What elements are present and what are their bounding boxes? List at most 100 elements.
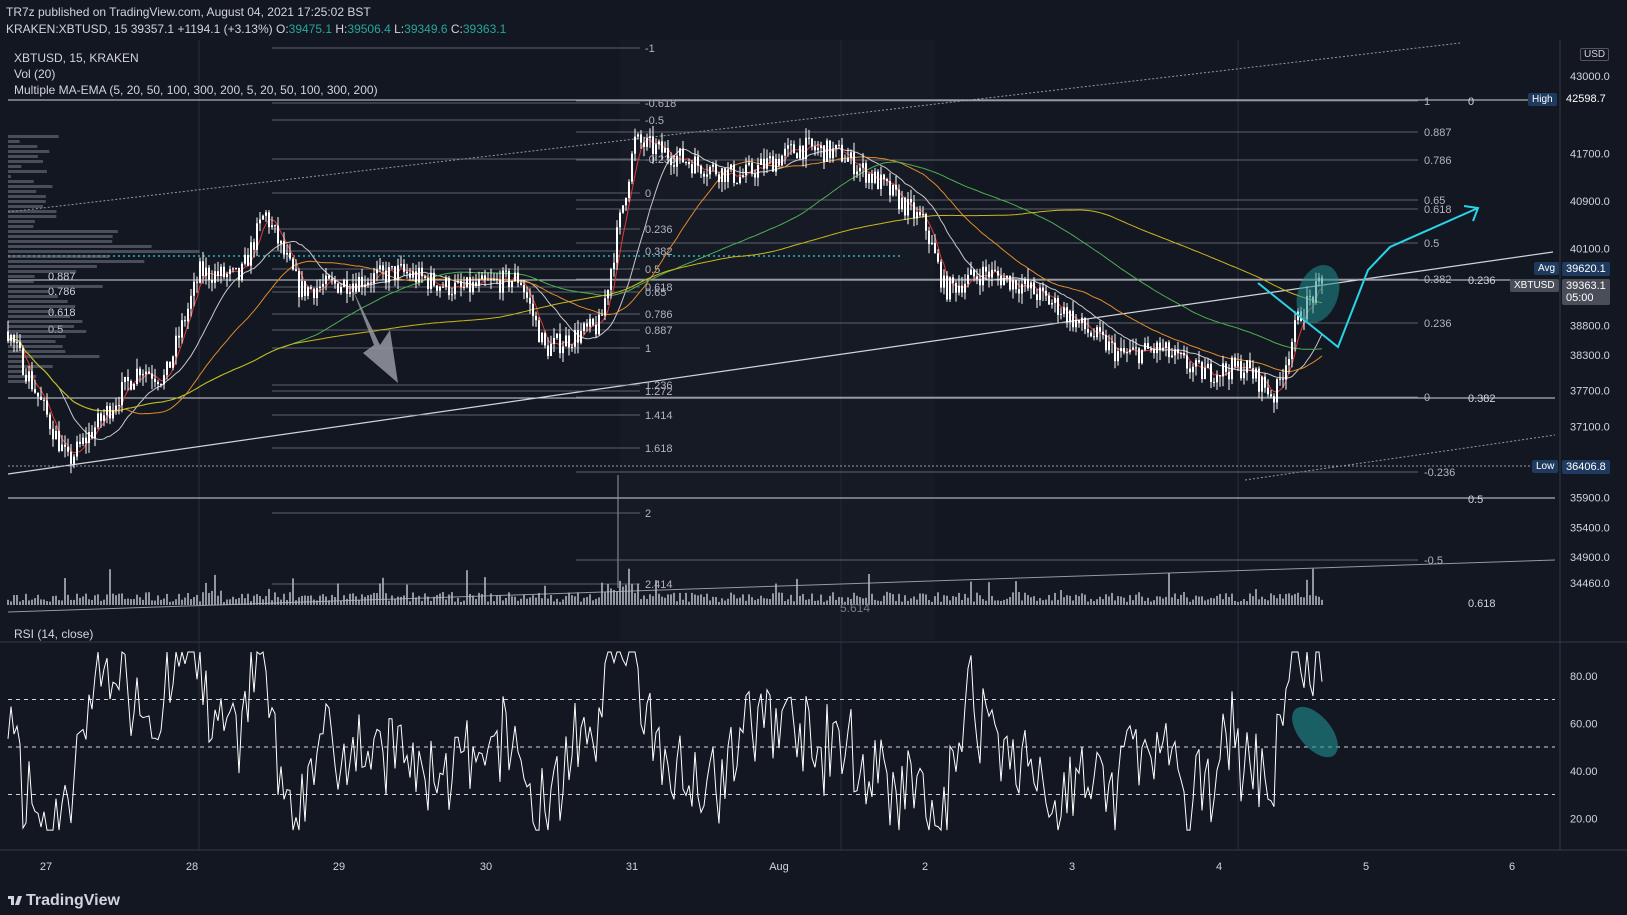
candle-body	[487, 279, 489, 281]
candle-body	[868, 173, 870, 183]
candle-body	[304, 281, 306, 296]
volume-bar	[433, 596, 435, 605]
candle-body	[427, 277, 429, 289]
volume-bar	[1258, 599, 1260, 605]
currency-badge[interactable]: USD	[1580, 48, 1610, 61]
volume-bar	[667, 594, 669, 605]
volume-bar	[658, 593, 660, 605]
volume-bar	[880, 601, 882, 605]
volume-bar	[1054, 592, 1056, 605]
candle-body	[250, 242, 252, 266]
tradingview-logo[interactable]: TradingView	[8, 892, 120, 910]
fib-mid-label: -0.5	[645, 115, 664, 127]
volume-profile-bar	[8, 180, 34, 183]
candle-body	[1180, 353, 1182, 355]
candle-body	[640, 134, 642, 143]
volume-bar	[361, 594, 363, 605]
volume-bar	[454, 601, 456, 605]
volume-bar	[1321, 599, 1323, 605]
candle-body	[43, 399, 45, 401]
candle-body	[226, 274, 228, 278]
legend-volume[interactable]: Vol (20)	[14, 67, 55, 81]
candle-body	[547, 345, 549, 356]
legend-title[interactable]: XBTUSD, 15, KRAKEN	[14, 51, 139, 65]
volume-bar	[514, 596, 516, 605]
volume-profile-bar	[8, 220, 35, 223]
candle-body	[883, 174, 885, 180]
published-note: TR7z published on TradingView.com, Augus…	[6, 5, 371, 19]
candle-body	[976, 276, 978, 279]
fib-right-label: -0.5	[1424, 555, 1443, 567]
candle-body	[643, 142, 645, 147]
volume-bar	[451, 592, 453, 605]
volume-bar	[370, 594, 372, 605]
volume-bar	[1006, 598, 1008, 605]
volume-bar	[763, 598, 765, 605]
volume-bar	[1276, 598, 1278, 605]
volume-bar	[160, 599, 162, 605]
volume-bar	[391, 595, 393, 605]
chart-area[interactable]: -1 -0.618 -0.5 -0.236 0 0.236 0.382 0.5 0.618 0.6…	[0, 40, 1627, 888]
volume-bar	[958, 592, 960, 605]
volume-bar	[1312, 568, 1314, 605]
volume-bar	[655, 580, 657, 605]
volume-bar	[760, 595, 762, 605]
candle-body	[115, 405, 117, 411]
candle-body	[820, 145, 822, 148]
price-chart-svg[interactable]: -1 -0.618 -0.5 -0.236 0 0.236 0.382 0.5 0.618 0.6…	[0, 40, 1627, 888]
volume-bar	[439, 593, 441, 605]
candle-body	[292, 258, 294, 270]
volume-bar	[85, 593, 87, 605]
volume-bar	[787, 599, 789, 605]
candle-body	[436, 285, 438, 291]
candle-body	[523, 284, 525, 293]
candle-body	[37, 392, 39, 397]
symbol-label[interactable]: KRAKEN:XBTUSD, 15	[6, 22, 127, 36]
volume-bar	[769, 599, 771, 605]
rsi-tick-label: 80.00	[1570, 671, 1598, 683]
volume-bar	[727, 598, 729, 605]
candle-body	[316, 288, 318, 299]
candle-body	[1204, 367, 1206, 380]
volume-bar	[1147, 597, 1149, 605]
volume-bar	[331, 594, 333, 605]
candle-body	[754, 173, 756, 178]
volume-bar	[1060, 590, 1062, 605]
volume-bar	[97, 594, 99, 605]
candle-body	[1087, 329, 1089, 333]
candle-body	[904, 197, 906, 216]
volume-bar	[286, 600, 288, 605]
volume-bar	[1084, 594, 1086, 605]
price-tick-label: 38800.0	[1570, 320, 1610, 332]
volume-bar	[805, 599, 807, 605]
volume-bar	[349, 593, 351, 605]
candle-body	[142, 374, 144, 376]
candle-body	[712, 164, 714, 167]
candle-body	[172, 356, 174, 368]
fib-right-label: 0.887	[1424, 127, 1452, 139]
volume-bar	[778, 592, 780, 605]
volume-bar	[154, 600, 156, 605]
candle-body	[145, 371, 147, 375]
volume-bar	[130, 599, 132, 605]
volume-profile-bar	[8, 215, 57, 218]
volume-bar	[946, 595, 948, 605]
volume-bar	[1288, 593, 1290, 605]
volume-bar	[580, 601, 582, 605]
candle-body	[1066, 307, 1068, 323]
volume-bar	[304, 595, 306, 605]
candle-body	[325, 275, 327, 284]
candle-body	[538, 320, 540, 343]
candle-body	[709, 166, 711, 175]
legend-rsi[interactable]: RSI (14, close)	[14, 627, 93, 641]
candle-body	[343, 279, 345, 288]
volume-bar	[181, 599, 183, 605]
legend-ma-ema[interactable]: Multiple MA-EMA (5, 20, 50, 100, 300, 20…	[14, 83, 378, 97]
candle-body	[1147, 343, 1149, 349]
volume-bar	[1249, 593, 1251, 605]
candle-body	[178, 335, 180, 338]
volume-bar	[187, 593, 189, 605]
volume-bar	[985, 600, 987, 605]
volume-bar	[1153, 600, 1155, 605]
volume-bar	[409, 601, 411, 605]
